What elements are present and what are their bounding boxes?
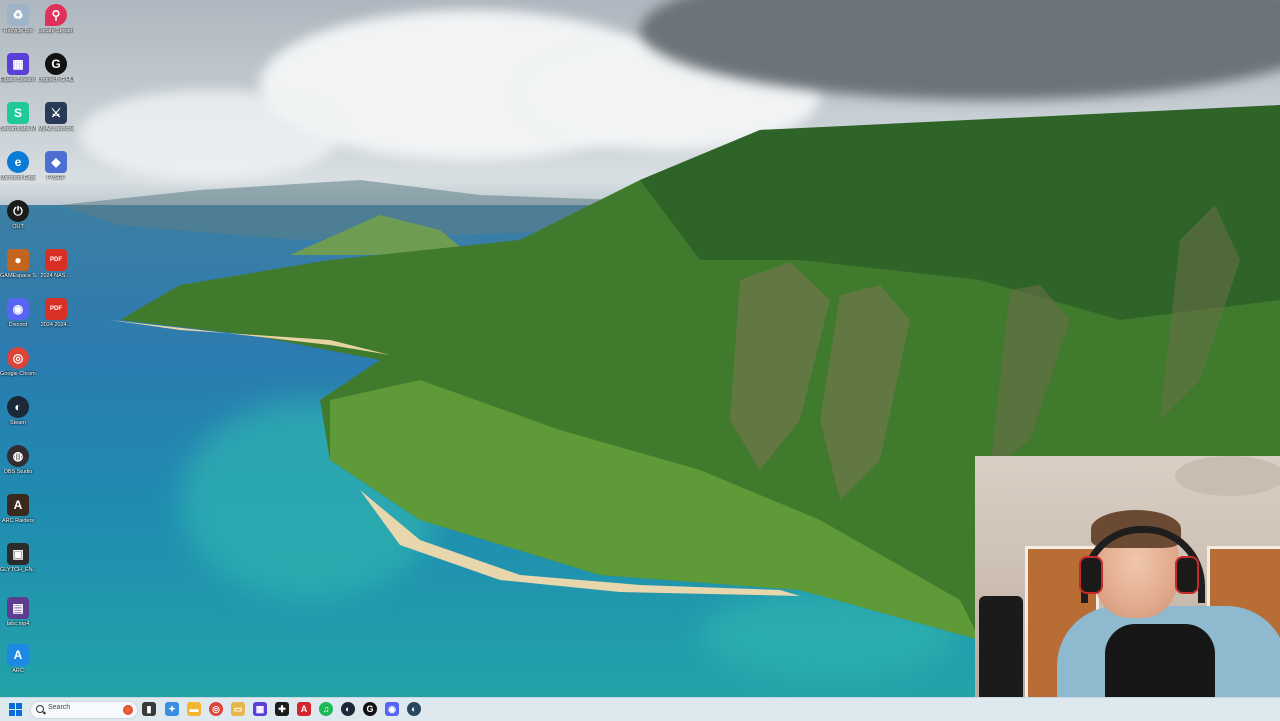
desktop-icon-label: ARC [12,668,24,674]
desktop-icon-label: PVSRF [46,175,66,181]
windows-logo-icon [16,710,22,716]
pdf-icon: PDF [45,298,67,320]
desktop-icon-edge[interactable]: e Microsoft Edge [0,151,36,181]
desktop-icon-launcher[interactable]: ⚔ MyAlt Launcher [38,102,74,132]
chrome-icon[interactable]: ◎ [209,702,223,716]
desktop-icon-recycle-bin[interactable]: ♻ Recycle Bin [0,4,36,34]
taskbar: Search ▮ ✦ ▬ ◎ ▭ ▦ ✚ A ♫ ◐ G ◉ ◐ [0,697,1280,721]
desktop-icon-label: 2024 NAS ... [40,273,72,279]
headset-earcup-right [1175,556,1199,594]
desktop-icon-label: 2024 2024... [40,322,72,328]
desktop-icon-label: Elgato Stream Deck [0,77,36,83]
desktop-icon-label: GLYTCH_EN... (1).webm [0,567,36,573]
desktop-icon-label: StreamLabs Mod Menu [0,126,36,132]
desktop-icon-logitech[interactable]: G Logitech G HUB [38,53,74,83]
edge-icon: e [7,151,29,173]
arc-raiders-icon: A [7,494,29,516]
chrome-icon: ◎ [7,347,29,369]
power-app-icon: ⏻ [7,200,29,222]
location-icon: ⚲ [45,4,67,26]
stream-deck-icon[interactable]: ▦ [253,702,267,716]
desktop-icon-grid: ♻ Recycle Bin ▦ Elgato Stream Deck S Str… [0,0,80,690]
headset-earcup-left [1079,556,1103,594]
taskbar-search-box[interactable]: Search [30,701,138,719]
logitech-icon[interactable]: G [363,702,377,716]
windows-logo-icon [9,703,15,709]
gaming-app-icon[interactable]: ✚ [275,702,289,716]
game-shortcut-icon: ● [7,249,29,271]
spotify-icon[interactable]: ♫ [319,702,333,716]
copilot-icon[interactable]: ✦ [165,702,179,716]
steam-icon[interactable]: ◐ [407,702,421,716]
desktop-icon-locate-stream[interactable]: ⚲ Locate Stream [38,4,74,34]
desktop-icon-pdf-2[interactable]: PDF 2024 2024... [38,298,74,328]
desktop-icon-arc-raiders[interactable]: A ARC Raiders [0,494,36,524]
steam-icon[interactable]: ◐ [341,702,355,716]
steam-icon: ◐ [7,396,29,418]
desktop-icon-glytch-video[interactable]: ▣ GLYTCH_EN... (1).webm [0,543,36,573]
desktop-icon-label: Google Chrome [0,371,36,377]
windows-logo-icon [16,703,22,709]
desktop-icon-streamlabs[interactable]: S StreamLabs Mod Menu [0,102,36,132]
obs-icon: ◍ [7,445,29,467]
desktop-icon-label: tabc.mp4 [6,621,30,627]
desktop-icon-stream-deck[interactable]: ▦ Elgato Stream Deck [0,53,36,83]
desktop-icon-out[interactable]: ⏻ OUT [0,200,36,230]
pdf-icon: PDF [45,249,67,271]
desktop-icon-label: Logitech G HUB [38,77,74,83]
video-file-icon: ▤ [7,597,29,619]
ceiling-lamp [1175,456,1280,496]
recycle-bin-icon: ♻ [7,4,29,26]
pvsrf-icon: ◆ [45,151,67,173]
streamlabs-icon: S [7,102,29,124]
desktop-icon-obs[interactable]: ◍ OBS Studio [0,445,36,475]
folder-icon[interactable]: ▭ [231,702,245,716]
windows-logo-icon [9,710,15,716]
desktop-icon-label: OBS Studio [3,469,33,475]
desktop-icon-label: OUT [12,224,24,230]
video-file-icon: ▣ [7,543,29,565]
adobe-icon[interactable]: A [297,702,311,716]
desktop-icon-label: Recycle Bin [3,28,33,34]
search-placeholder: Search [48,704,71,711]
webcam-overlay [975,456,1280,720]
logitech-icon: G [45,53,67,75]
desktop-icon-label: Discord [8,322,28,328]
desktop-icon-steam[interactable]: ◐ Steam [0,396,36,426]
desktop-icon-label: Steam [10,420,26,426]
desktop-icon-label: MyAlt Launcher [38,126,74,132]
search-icon [36,705,44,713]
launcher-icon: ⚔ [45,102,67,124]
desktop-icon-arc[interactable]: A ARC [0,644,36,674]
desktop-icon-label: ARC Raiders [1,518,35,524]
discord-icon[interactable]: ◉ [385,702,399,716]
desktop-icon-pvsrf[interactable]: ◆ PVSRF [38,151,74,181]
desktop-icon-discord[interactable]: ◉ Discord [0,298,36,328]
desktop-icon-label: Microsoft Edge [0,175,36,181]
desktop-icon-label: GAMEspace Shortcut [0,273,36,279]
stream-deck-icon: ▦ [7,53,29,75]
start-button[interactable] [9,703,22,716]
desktop-icon-pdf-1[interactable]: PDF 2024 NAS ... [38,249,74,279]
desktop-icon-chrome[interactable]: ◎ Google Chrome [0,347,36,377]
file-explorer-icon[interactable]: ▬ [187,702,201,716]
discord-icon: ◉ [7,298,29,320]
desktop-icon-tabc-video[interactable]: ▤ tabc.mp4 [0,597,36,627]
desktop-icon[interactable]: ▮ [142,702,156,716]
desktop-icon-label: Locate Stream [38,28,74,34]
desktop-icon-game-shortcut[interactable]: ● GAMEspace Shortcut [0,249,36,279]
search-highlight-icon [123,705,133,715]
arc-icon: A [7,644,29,666]
